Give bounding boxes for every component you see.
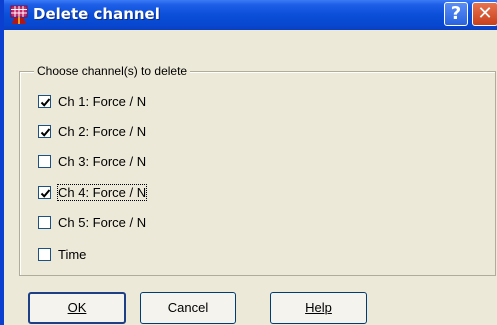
channel-checkbox-row[interactable]: Ch 3: Force / N <box>38 153 146 169</box>
ok-button[interactable]: OK <box>28 292 126 324</box>
channel-checkbox-row[interactable]: Ch 1: Force / N <box>38 93 146 109</box>
channel-checkbox-row[interactable]: Ch 5: Force / N <box>38 214 146 230</box>
ok-button-label: OK <box>67 300 87 315</box>
close-icon: ✕ <box>477 3 493 24</box>
help-button-label: Help <box>305 300 332 315</box>
checkmark-icon <box>40 188 51 198</box>
channel-label: Time <box>58 246 87 262</box>
channel-checkbox-row[interactable]: Time <box>38 246 86 262</box>
channel-label: Ch 3: Force / N <box>58 153 147 169</box>
grid-app-icon <box>10 5 28 24</box>
checkbox-checked[interactable] <box>38 185 51 199</box>
checkbox-checked[interactable] <box>38 124 51 138</box>
channel-label: Ch 1: Force / N <box>58 93 147 109</box>
checkbox-unchecked[interactable] <box>38 247 51 261</box>
checkmark-icon <box>40 127 51 137</box>
channel-checkbox-row[interactable]: Ch 2: Force / N <box>38 123 146 139</box>
checkbox-unchecked[interactable] <box>38 215 51 229</box>
question-icon: ? <box>450 3 462 24</box>
channel-label: Ch 5: Force / N <box>58 214 147 230</box>
checkbox-unchecked[interactable] <box>38 154 51 168</box>
cancel-button-label: Cancel <box>167 300 209 315</box>
title-close-button[interactable]: ✕ <box>472 2 497 26</box>
cancel-button[interactable]: Cancel <box>140 292 236 324</box>
delete-channel-dialog: Delete channel ? ✕ Choose channel(s) to … <box>0 0 497 325</box>
window-title: Delete channel <box>33 5 160 23</box>
title-bar[interactable]: Delete channel ? ✕ <box>4 0 497 30</box>
checkmark-icon <box>40 97 51 107</box>
title-help-button[interactable]: ? <box>444 2 468 26</box>
channel-label: Ch 2: Force / N <box>58 123 147 139</box>
checkbox-checked[interactable] <box>38 94 51 108</box>
groupbox-label: Choose channel(s) to delete <box>34 64 191 78</box>
help-button[interactable]: Help <box>270 292 367 324</box>
channel-checkbox-row[interactable]: Ch 4: Force / N <box>38 183 148 201</box>
channel-label: Ch 4: Force / N <box>56 183 148 201</box>
